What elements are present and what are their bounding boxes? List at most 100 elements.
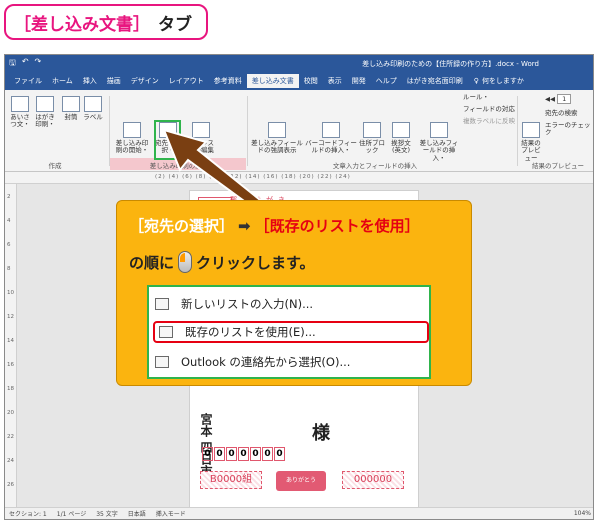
rules-button[interactable]: ルール・ (463, 93, 519, 101)
label-button[interactable]: ラベル (83, 96, 103, 121)
find-recipient-button[interactable]: 宛先の検索 (545, 109, 591, 117)
update-labels-button[interactable]: 複数ラベルに反映 (463, 117, 519, 125)
tab-developer[interactable]: 開発 (347, 74, 371, 88)
menu-item-label: 新しいリストの入力(N)... (181, 297, 314, 311)
sender-zip: 0 0 0 0 0 0 0 (202, 447, 285, 461)
insert-merge-field-label: 差し込みフィールドの挿入・ (419, 139, 459, 162)
start-merge-label: 差し込み印刷の開始・ (115, 139, 149, 155)
label-icon (84, 96, 102, 112)
tab-view[interactable]: 表示 (323, 74, 347, 88)
save-icon[interactable]: 🖫 (9, 57, 16, 71)
menu-item-label: 既存のリストを使用(E)... (185, 325, 316, 339)
zip-digit: 0 (214, 447, 225, 461)
existing-list-icon (159, 326, 173, 338)
match-fields-button[interactable]: フィールドの対応 (463, 105, 519, 113)
menu-item-use-existing-list[interactable]: 既存のリストを使用(E)... (153, 321, 429, 343)
greeting-line-label: 挨拶文(英文) (391, 139, 411, 155)
envelope-label: 封筒 (64, 113, 78, 121)
tab-name: 差し込み文書 (31, 14, 133, 35)
record-number[interactable]: 1 (557, 94, 572, 104)
use-existing-text: ［既存のリストを使用］ (254, 217, 420, 235)
greeting-line-icon (392, 122, 410, 138)
check-errors-button[interactable]: エラーのチェック (545, 121, 591, 137)
greeting-button[interactable]: あいさつ文・ (9, 96, 31, 129)
tab-references[interactable]: 参考資料 (209, 74, 247, 88)
write-group-label: 文章入力とフィールドの挿入 (332, 162, 418, 170)
create-group-label: 作成 (48, 162, 62, 170)
tab-home[interactable]: ホーム (47, 74, 78, 88)
address-block-label: 住所ブロック (359, 139, 385, 155)
address-block-button[interactable]: 住所ブロック (359, 122, 385, 155)
tell-me-label: 何をしますか (481, 77, 524, 85)
document-title: 差し込み印刷のための【住所録の作り方】.docx - Word (362, 59, 539, 68)
tab-draw[interactable]: 描画 (102, 74, 126, 88)
new-list-icon (155, 298, 169, 310)
recipient-honorific: 様 (312, 423, 330, 444)
vruler-mark: 10 (7, 290, 14, 296)
status-mode: 挿入モード (155, 511, 186, 518)
start-merge-button[interactable]: 差し込み印刷の開始・ (113, 122, 151, 155)
postcard-icon (36, 96, 54, 112)
mouse-icon (178, 251, 193, 273)
stamp-mark: ありがとう (276, 471, 326, 491)
lightbulb-icon: ♀ (473, 77, 479, 85)
separator (517, 96, 518, 166)
vruler-mark: 8 (7, 266, 11, 272)
callout-line-2: の順に クリックします。 (129, 251, 315, 273)
tell-me[interactable]: ♀ 何をしますか (474, 76, 524, 86)
zip-digit: 0 (202, 447, 213, 461)
tab-help[interactable]: ヘルプ (371, 74, 402, 88)
status-page: 1/1 ページ (56, 511, 87, 518)
status-bar: セクション: 1 1/1 ページ 35 文字 日本語 挿入モード 104% (5, 507, 593, 519)
insert-merge-field-button[interactable]: 差し込みフィールドの挿入・ (417, 122, 461, 162)
vruler-mark: 22 (7, 434, 14, 440)
tab-postcard[interactable]: はがき宛名面印刷 (402, 74, 468, 88)
instruction-callout: ［宛先の選択］ ➡ ［既存のリストを使用］ の順に クリックします。 新しいリストの… (116, 200, 472, 386)
recipients-dropdown-menu: 新しいリストの入力(N)... 既存のリストを使用(E)... Outlook … (147, 285, 431, 379)
envelope-button[interactable]: 封筒 (61, 96, 81, 121)
horizontal-ruler: (2) (4) (6) (8) (10) (12) (14) (16) (18)… (5, 172, 593, 184)
outlook-contacts-icon (155, 356, 169, 368)
zip-digit: 0 (262, 447, 273, 461)
callout-line-1: ［宛先の選択］ ➡ ［既存のリストを使用］ (129, 215, 420, 236)
preview-icon (522, 122, 540, 138)
tab-insert[interactable]: 挿入 (78, 74, 102, 88)
first-record-icon[interactable]: ◀◀ (545, 95, 555, 103)
barcode-field-button[interactable]: バーコードフィールドの挿入・ (305, 122, 357, 155)
separator (109, 96, 110, 166)
record-navigator[interactable]: ◀◀ 1 (545, 94, 591, 104)
zip-digit: 0 (226, 447, 237, 461)
start-merge-icon (123, 122, 141, 138)
status-words: 35 文字 (96, 511, 118, 518)
preview-results-label: 結果のプレビュー (521, 139, 541, 162)
tab-layout[interactable]: レイアウト (164, 74, 209, 88)
tab-design[interactable]: デザイン (126, 74, 164, 88)
tab-file[interactable]: ファイル (9, 74, 47, 88)
sender-name: 宮本 四日市 (199, 413, 213, 478)
zip-digit: 0 (250, 447, 261, 461)
select-recipients-text: ［宛先の選択］ (129, 217, 235, 235)
menu-item-new-list[interactable]: 新しいリストの入力(N)... (155, 293, 313, 315)
zoom-level[interactable]: 104% (574, 510, 591, 517)
match-fields-label: フィールドの対応 (463, 105, 515, 113)
menu-item-outlook-contacts[interactable]: Outlook の連絡先から選択(O)... (155, 351, 350, 373)
preview-results-button[interactable]: 結果のプレビュー (519, 122, 543, 162)
address-block-icon (363, 122, 381, 138)
vruler-mark: 4 (7, 218, 11, 224)
vruler-mark: 14 (7, 338, 14, 344)
tab-mailings[interactable]: 差し込み文書 (246, 74, 299, 88)
menu-item-label: Outlook の連絡先から選択(O)... (181, 355, 351, 369)
preview-group-label: 結果のプレビュー (532, 162, 584, 170)
title-badge: ［ 差し込み文書 ］ タブ (4, 4, 208, 40)
status-section: セクション: 1 (9, 511, 47, 518)
greeting-line-button[interactable]: 挨拶文(英文) (387, 122, 415, 155)
postcard-print-button[interactable]: はがき印刷・ (33, 96, 57, 129)
undo-icon[interactable]: ↶ (22, 57, 29, 71)
redo-icon[interactable]: ↷ (35, 57, 42, 71)
tab-review[interactable]: 校閲 (299, 74, 323, 88)
greeting-label: あいさつ文・ (10, 113, 30, 129)
vruler-mark: 20 (7, 410, 14, 416)
vruler-mark: 24 (7, 458, 14, 464)
barcode-field-label: バーコードフィールドの挿入・ (305, 139, 357, 155)
arrow-right-icon: ➡ (238, 217, 251, 235)
